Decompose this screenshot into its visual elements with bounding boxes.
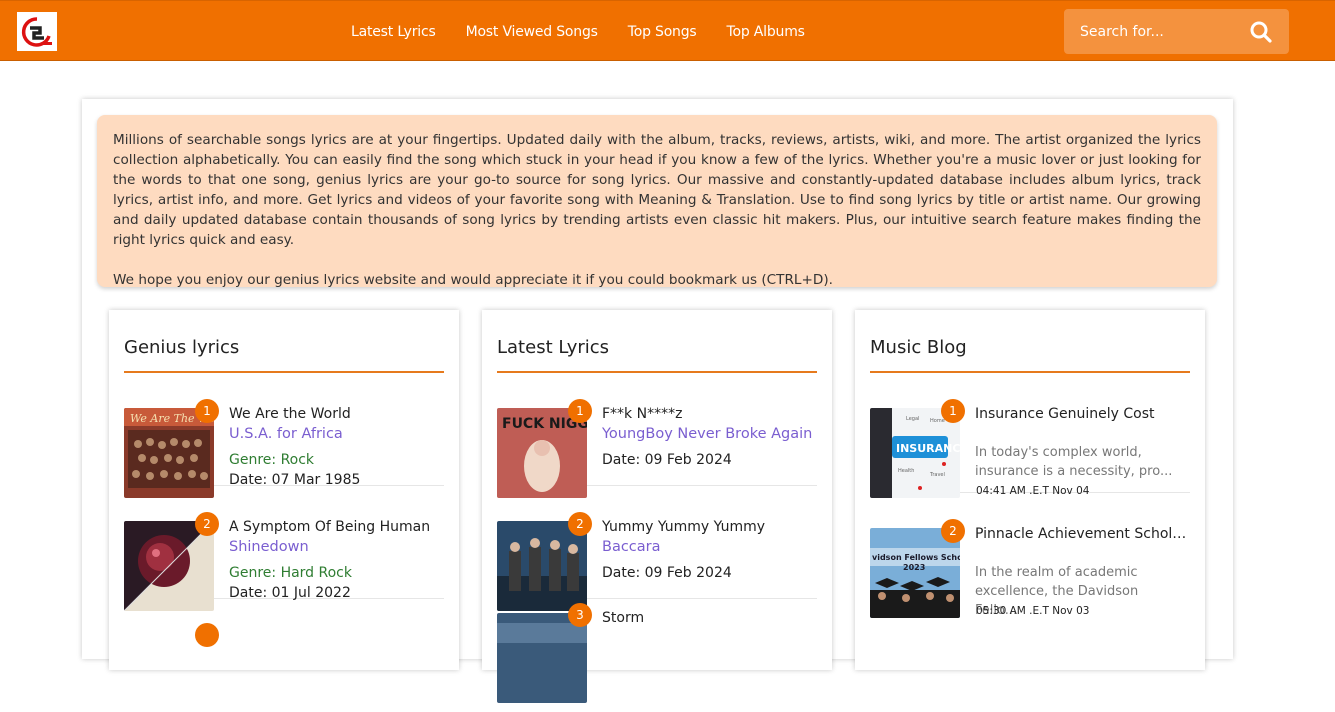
search-input[interactable]: [1080, 21, 1250, 43]
svg-text:Travel: Travel: [929, 472, 945, 478]
card-title: Music Blog: [870, 310, 1190, 373]
svg-text:Home: Home: [930, 418, 945, 424]
svg-text:INSURANCE: INSURANCE: [896, 442, 960, 455]
blog-title[interactable]: Insurance Genuinely Cost: [975, 406, 1190, 422]
main-container: Millions of searchable songs lyrics are …: [82, 99, 1233, 703]
song-date: Date: 09 Feb 2024: [602, 565, 732, 581]
latest-lyrics-card: Latest Lyrics FUCK NIGGA 1 F**k N****z Y…: [482, 310, 832, 703]
list-item[interactable]: 2 A Symptom Of Being Human Shinedown Gen…: [124, 486, 444, 611]
blog-excerpt: In today's complex world, insurance is a…: [975, 445, 1173, 479]
card-title: Genius lyrics: [124, 310, 444, 373]
artist-link[interactable]: U.S.A. for Africa: [229, 426, 343, 442]
svg-text:Health: Health: [898, 468, 914, 474]
song-title[interactable]: We Are the World: [229, 406, 444, 422]
artist-link[interactable]: YoungBoy Never Broke Again: [602, 426, 812, 442]
intro-box: Millions of searchable songs lyrics are …: [97, 115, 1217, 288]
music-blog-card: Music Blog INSURANCE Legal Home Health Trav…: [855, 310, 1205, 670]
logo-icon: [21, 16, 52, 47]
list-item[interactable]: 3 Storm: [497, 599, 817, 712]
nav-latest-lyrics[interactable]: Latest Lyrics: [351, 24, 436, 40]
intro-paragraph: Millions of searchable songs lyrics are …: [113, 132, 1201, 248]
rank-badge: 2: [568, 512, 592, 536]
blog-time: 05:30 AM .E.T Nov 03: [976, 605, 1090, 617]
blog-title[interactable]: Pinnacle Achievement Scholars...: [975, 526, 1190, 542]
song-date: Date: 01 Jul 2022: [229, 585, 351, 601]
rank-badge: 2: [195, 512, 219, 536]
song-title[interactable]: Storm: [602, 610, 817, 626]
svg-text:vidson Fellows Scholarsh: vidson Fellows Scholarsh: [872, 553, 960, 562]
nav-top-albums[interactable]: Top Albums: [727, 24, 805, 40]
card-title: Latest Lyrics: [497, 310, 817, 373]
bookmark-note: We hope you enjoy our genius lyrics webs…: [113, 272, 833, 288]
list-item[interactable]: vidson Fellows Scholarsh 2023 2 Pinnacle…: [870, 493, 1190, 618]
svg-text:2023: 2023: [903, 563, 925, 572]
list-item[interactable]: FUCK NIGGA 1 F**k N****z YoungBoy Never …: [497, 373, 817, 498]
list-item[interactable]: We Are The World 1 We Are the World U.S.…: [124, 373, 444, 498]
rank-badge: 1: [941, 399, 965, 423]
rank-badge: 1: [195, 399, 219, 423]
svg-text:Legal: Legal: [906, 416, 919, 422]
rank-badge: 3: [568, 603, 592, 627]
main-nav: Latest Lyrics Most Viewed Songs Top Song…: [351, 1, 835, 62]
rank-badge: 2: [941, 519, 965, 543]
nav-most-viewed-songs[interactable]: Most Viewed Songs: [466, 24, 598, 40]
top-navbar: Latest Lyrics Most Viewed Songs Top Song…: [0, 0, 1335, 61]
artist-link[interactable]: Baccara: [602, 539, 661, 555]
nav-top-songs[interactable]: Top Songs: [628, 24, 697, 40]
list-item[interactable]: 2 Yummy Yummy Yummy Baccara Date: 09 Feb…: [497, 486, 817, 611]
album-cover[interactable]: [497, 613, 587, 703]
song-title[interactable]: A Symptom Of Being Human: [229, 519, 444, 535]
site-logo[interactable]: [17, 12, 57, 51]
list-item[interactable]: INSURANCE Legal Home Health Travel 1 Insura…: [870, 373, 1190, 498]
song-title[interactable]: F**k N****z: [602, 406, 817, 422]
rank-badge: [195, 623, 219, 647]
genius-lyrics-card: Genius lyrics We Are The World: [109, 310, 459, 670]
song-title[interactable]: Yummy Yummy Yummy: [602, 519, 817, 535]
song-genre: Genre: Rock: [229, 452, 315, 468]
song-date: Date: 09 Feb 2024: [602, 452, 732, 468]
artist-link[interactable]: Shinedown: [229, 539, 309, 555]
search-icon[interactable]: [1249, 20, 1273, 44]
song-genre: Genre: Hard Rock: [229, 565, 352, 581]
search-box: [1064, 9, 1289, 54]
rank-badge: 1: [568, 399, 592, 423]
